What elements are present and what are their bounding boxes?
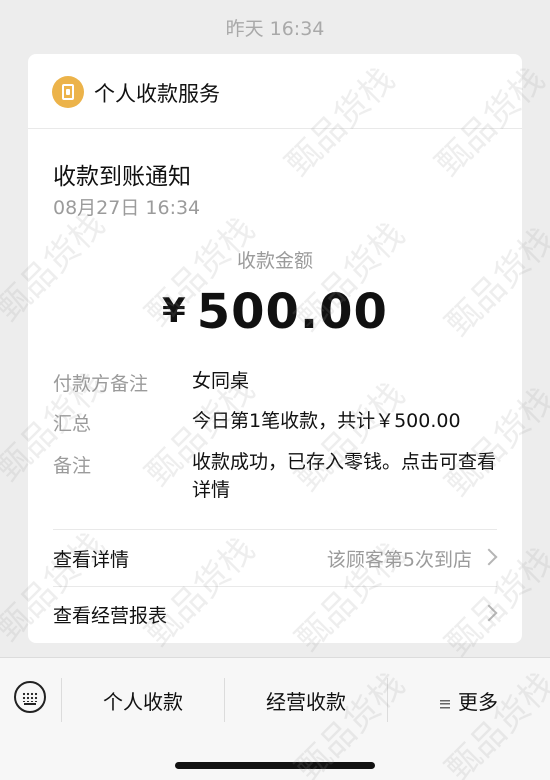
bottom-menu-bar: 个人收款 经营收款 更多 xyxy=(0,657,550,780)
card-header[interactable]: 个人收款服务 xyxy=(28,54,522,129)
view-report-label: 查看经营报表 xyxy=(53,605,168,627)
notice-time: 08月27日 16:34 xyxy=(53,197,201,219)
notice-title: 收款到账通知 xyxy=(53,164,191,190)
home-indicator xyxy=(175,762,375,769)
menu-item-more[interactable]: 更多 xyxy=(388,686,550,715)
currency-symbol: ¥ xyxy=(162,291,187,331)
detail-value-remark: 收款成功，已存入零钱。点击可查看详情 xyxy=(192,451,497,501)
amount-value: ¥500.00 xyxy=(28,284,522,340)
wallet-icon xyxy=(52,76,84,108)
detail-value-summary: 今日第1笔收款，共计￥500.00 xyxy=(192,410,461,432)
amount-label: 收款金额 xyxy=(236,250,313,272)
menu-icon xyxy=(440,698,450,709)
chevron-right-icon xyxy=(480,548,498,566)
divider xyxy=(53,529,497,530)
menu-item-business-payment[interactable]: 经营收款 xyxy=(225,686,387,715)
detail-label-summary: 汇总 xyxy=(53,413,92,435)
menu-item-personal-payment[interactable]: 个人收款 xyxy=(62,686,224,715)
detail-label-remark: 备注 xyxy=(53,455,92,477)
chat-screen: 昨天 16:34 个人收款服务 收款到账通知 08月27日 16:34 收款金额… xyxy=(0,0,550,780)
amount-number: 500.00 xyxy=(196,284,388,340)
message-timestamp: 昨天 16:34 xyxy=(225,18,325,40)
detail-label-payer-note: 付款方备注 xyxy=(53,373,149,395)
view-details-row[interactable]: 查看详情 该顾客第5次到店 xyxy=(28,531,522,587)
detail-value-payer-note: 女同桌 xyxy=(192,370,250,392)
more-label: 更多 xyxy=(458,690,498,714)
payment-notification-card[interactable]: 个人收款服务 收款到账通知 08月27日 16:34 收款金额 ¥500.00 … xyxy=(28,54,522,643)
keyboard-icon[interactable] xyxy=(14,681,46,713)
chevron-right-icon xyxy=(480,604,498,622)
view-details-label: 查看详情 xyxy=(53,549,130,571)
service-name: 个人收款服务 xyxy=(94,82,220,106)
view-report-row[interactable]: 查看经营报表 xyxy=(28,587,522,643)
visit-count-text: 该顾客第5次到店 xyxy=(326,549,472,571)
